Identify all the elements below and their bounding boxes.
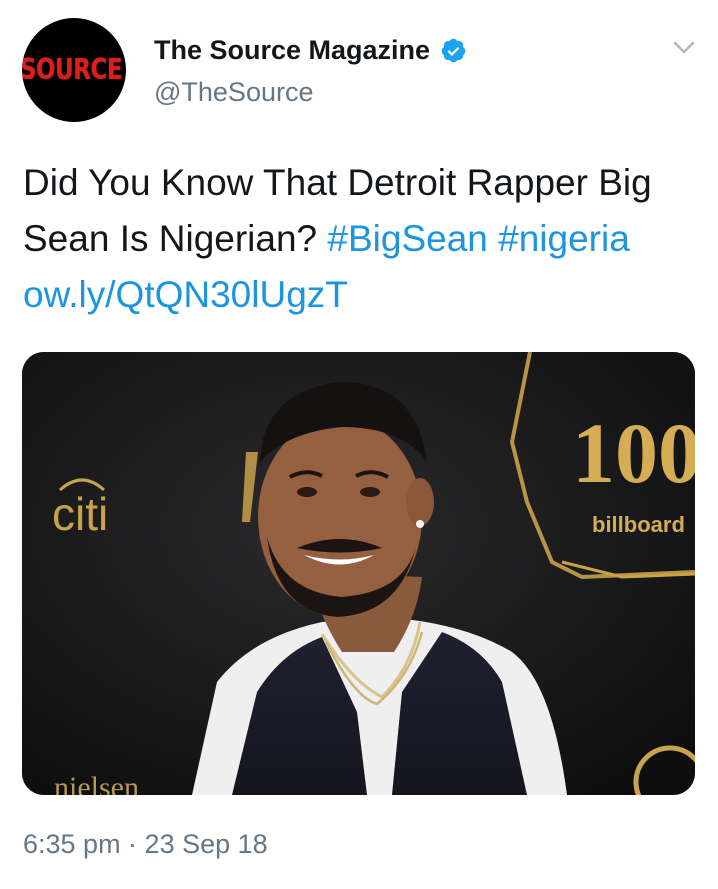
tweet-card: SOURCE The Source Magazine @TheSource Di…: [0, 0, 718, 889]
backdrop-100-text: 100: [572, 405, 695, 501]
author-handle[interactable]: @TheSource: [154, 77, 313, 108]
backdrop-nielsen-text: nielsen: [54, 771, 139, 795]
hashtag-link[interactable]: #nigeria: [498, 218, 630, 259]
author-name-row[interactable]: The Source Magazine: [154, 35, 467, 66]
hashtag-link[interactable]: #BigSean: [327, 218, 487, 259]
backdrop-citi-text: citi: [52, 488, 108, 540]
chevron-down-icon[interactable]: [672, 40, 696, 56]
display-name[interactable]: The Source Magazine: [154, 35, 430, 66]
photo-illustration: 100 billboard citi nielsen: [22, 352, 695, 795]
url-link[interactable]: ow.ly/QtQN30lUgzT: [23, 274, 348, 315]
avatar[interactable]: SOURCE: [22, 18, 126, 122]
avatar-logo-text: SOURCE: [22, 53, 123, 87]
tweet-timestamp[interactable]: 6:35 pm · 23 Sep 18: [23, 829, 268, 860]
backdrop-billboard-text: billboard: [592, 512, 685, 537]
verified-badge-icon: [441, 38, 466, 63]
tweet-photo[interactable]: 100 billboard citi nielsen: [22, 352, 695, 795]
tweet-text: Did You Know That Detroit Rapper Big Sea…: [23, 155, 703, 323]
